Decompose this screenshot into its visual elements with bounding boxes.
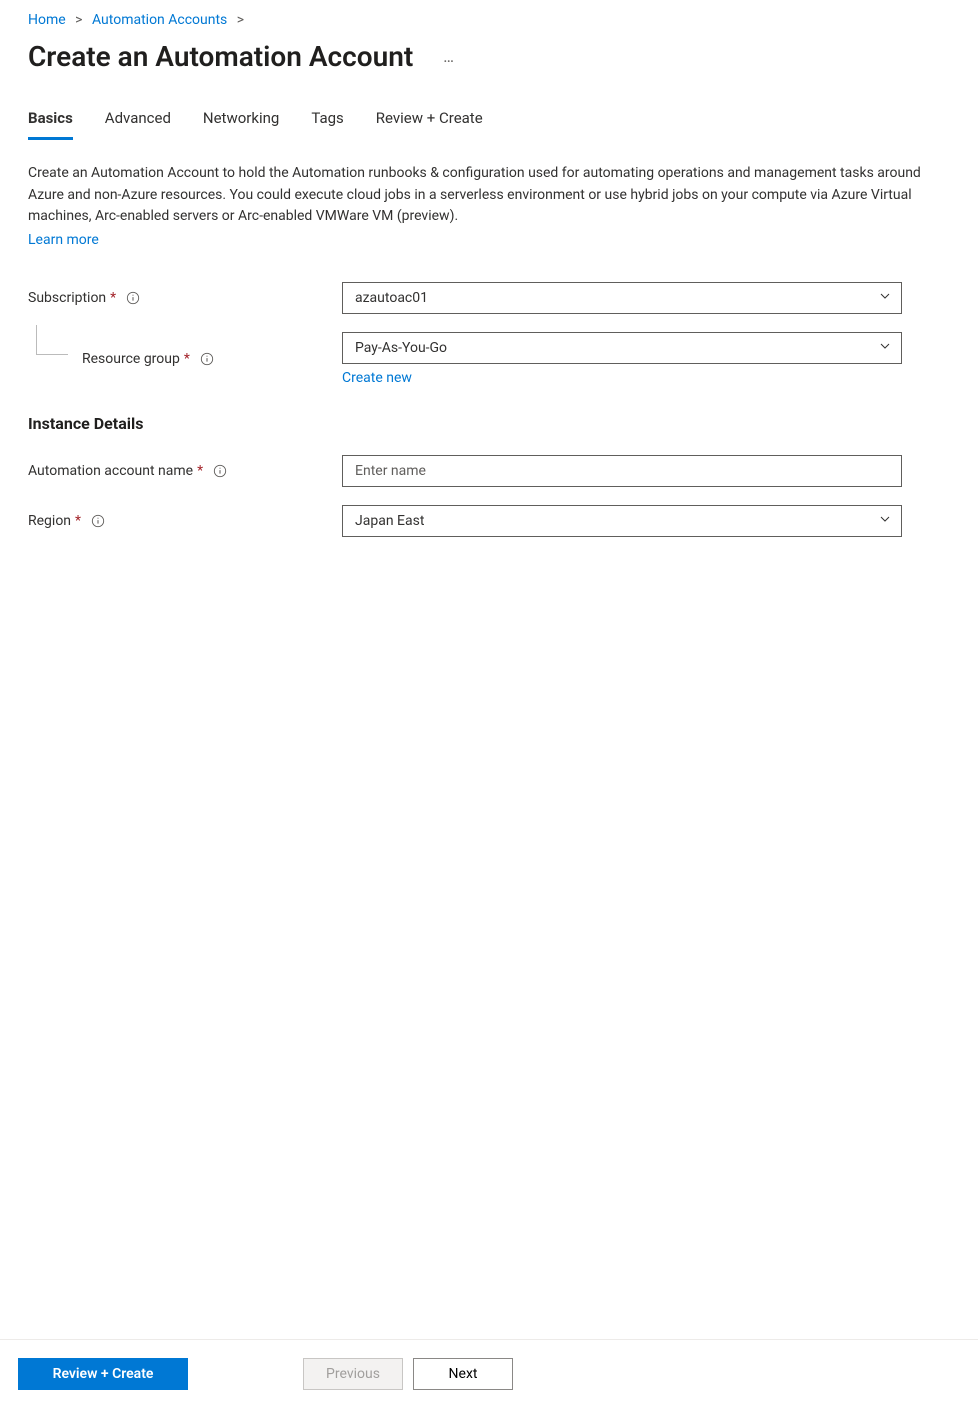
region-label: Region: [28, 513, 71, 529]
info-icon[interactable]: [91, 514, 105, 528]
tab-basics[interactable]: Basics: [28, 101, 73, 140]
breadcrumb-automation-accounts[interactable]: Automation Accounts: [92, 12, 227, 28]
required-indicator: *: [197, 463, 203, 479]
chevron-down-icon: [879, 340, 891, 356]
tabs: Basics Advanced Networking Tags Review +…: [28, 101, 950, 141]
instance-details-heading: Instance Details: [28, 414, 950, 433]
tab-tags[interactable]: Tags: [311, 101, 343, 140]
breadcrumb-separator: >: [237, 12, 244, 28]
info-icon[interactable]: [200, 352, 214, 366]
tab-networking[interactable]: Networking: [203, 101, 279, 140]
chevron-down-icon: [879, 513, 891, 529]
subscription-label: Subscription: [28, 290, 106, 306]
tab-advanced[interactable]: Advanced: [105, 101, 171, 140]
more-icon[interactable]: …: [443, 47, 455, 66]
automation-account-name-label: Automation account name: [28, 463, 193, 479]
info-icon[interactable]: [126, 291, 140, 305]
next-button[interactable]: Next: [413, 1358, 513, 1390]
required-indicator: *: [75, 513, 81, 529]
create-new-link[interactable]: Create new: [342, 370, 412, 386]
subscription-value: azautoac01: [355, 290, 428, 306]
learn-more-link[interactable]: Learn more: [28, 232, 99, 248]
tab-description: Create an Automation Account to hold the…: [28, 163, 938, 228]
previous-button: Previous: [303, 1358, 403, 1390]
review-create-button[interactable]: Review + Create: [18, 1358, 188, 1390]
tree-connector: [36, 325, 68, 355]
chevron-down-icon: [879, 290, 891, 306]
subscription-dropdown[interactable]: azautoac01: [342, 282, 902, 314]
automation-account-name-input[interactable]: [342, 455, 902, 487]
resource-group-value: Pay-As-You-Go: [355, 340, 447, 356]
region-dropdown[interactable]: Japan East: [342, 505, 902, 537]
resource-group-dropdown[interactable]: Pay-As-You-Go: [342, 332, 902, 364]
required-indicator: *: [184, 351, 190, 367]
resource-group-label: Resource group: [82, 351, 180, 367]
info-icon[interactable]: [213, 464, 227, 478]
required-indicator: *: [110, 290, 116, 306]
region-value: Japan East: [355, 513, 424, 529]
page-title: Create an Automation Account: [28, 40, 413, 73]
breadcrumb: Home > Automation Accounts >: [28, 12, 950, 28]
breadcrumb-separator: >: [75, 12, 82, 28]
breadcrumb-home[interactable]: Home: [28, 12, 66, 28]
tab-review-create[interactable]: Review + Create: [376, 101, 483, 140]
